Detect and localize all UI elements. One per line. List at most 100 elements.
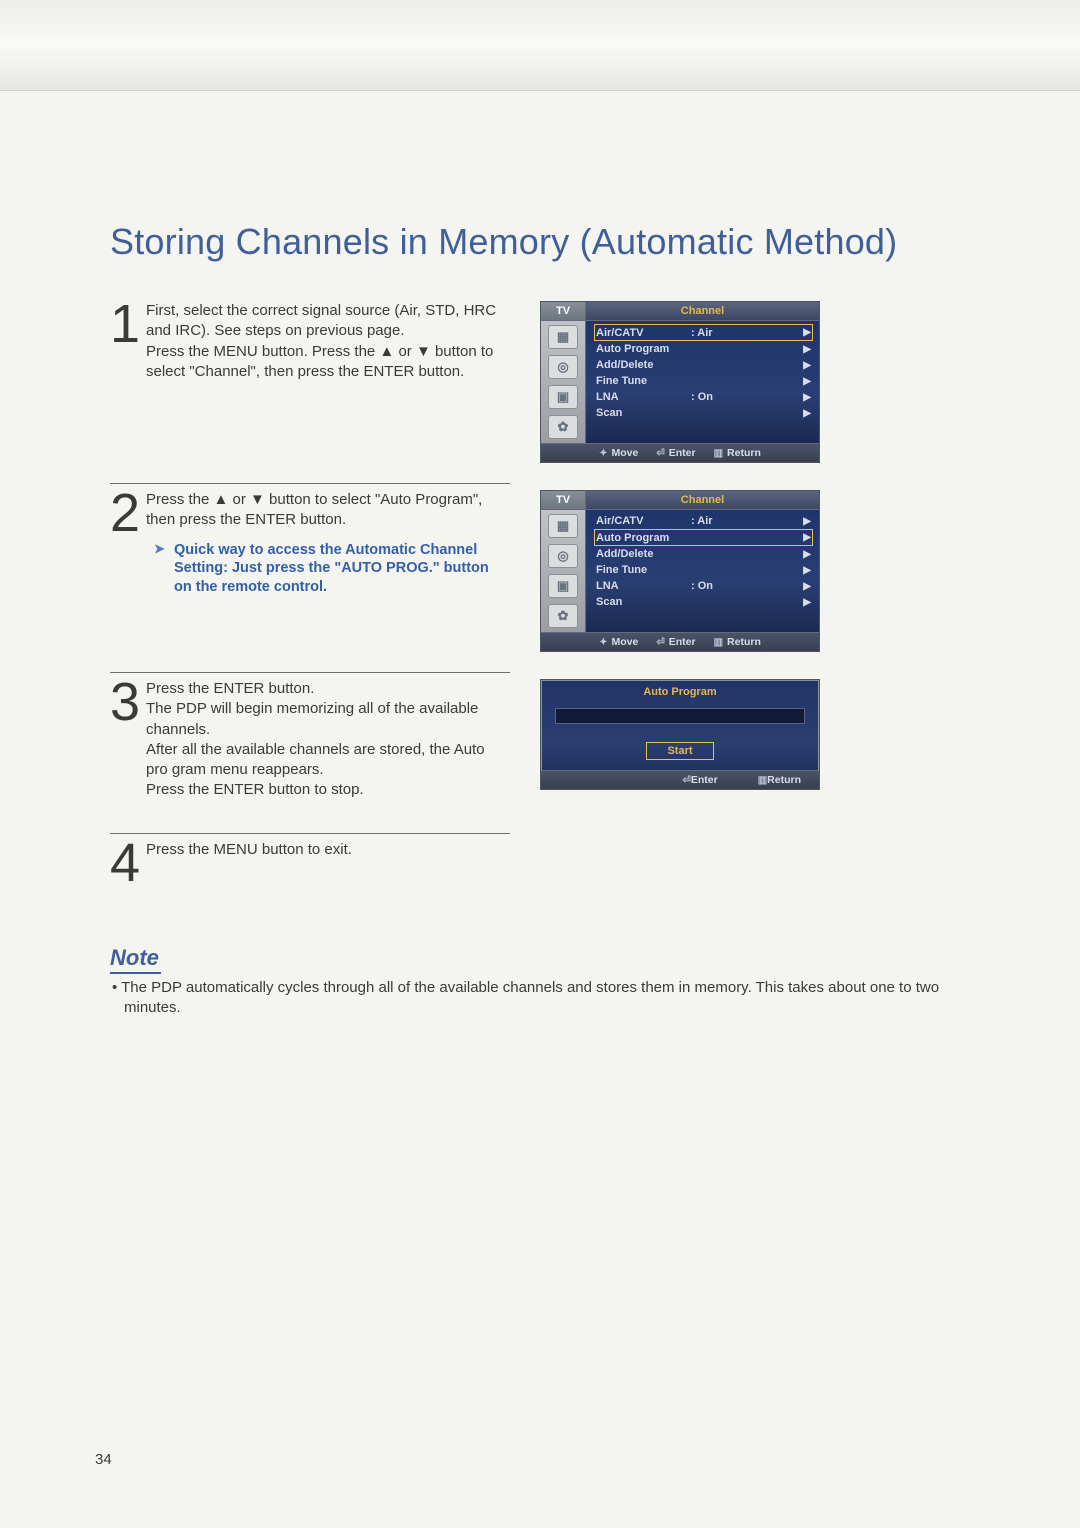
step-4-number: 4 (110, 842, 140, 885)
osd-auto-footer: ⏎Enter ▥Return (541, 770, 819, 789)
setup-icon: ✿ (548, 604, 578, 628)
step-2-row: 2 Press the ▲ or ▼ button to select "Aut… (110, 490, 985, 652)
chevron-right-icon: ▶ (803, 360, 811, 371)
step-3-row: 3 Press the ENTER button. The PDP will b… (110, 679, 985, 813)
header-band (0, 0, 1080, 91)
osd-item-label: LNA (596, 391, 691, 403)
osd-foot-enter: Enter (669, 447, 696, 459)
osd-auto-title: Auto Program (541, 680, 819, 708)
osd-item-lna[interactable]: LNA: On▶ (594, 578, 813, 594)
picture-icon: ▦ (548, 325, 578, 349)
osd-item-scan[interactable]: Scan ▶ (594, 405, 813, 421)
osd-item-auto-program[interactable]: Auto Program ▶ (594, 529, 813, 546)
step-3-number: 3 (110, 681, 140, 724)
osd-item-value: : Air (691, 327, 803, 339)
step-3-text: Press the ENTER button. The PDP will beg… (146, 679, 510, 801)
sound-icon: ◎ (548, 355, 578, 379)
sound-icon: ◎ (548, 544, 578, 568)
return-icon: ▥ (714, 637, 723, 648)
osd-sidebar-icons: ▦ ◎ ▣ ✿ (541, 510, 586, 632)
osd-item-label: Auto Program (596, 532, 691, 544)
osd-items: Air/CATV: Air▶ Auto Program▶ Add/Delete▶… (586, 510, 819, 632)
move-icon: ✦ (599, 448, 607, 459)
osd-title-channel: Channel (586, 302, 819, 320)
osd-item-label: Scan (596, 407, 691, 419)
note-section: Note • The PDP automatically cycles thro… (110, 895, 985, 1019)
osd-title-channel: Channel (586, 491, 819, 509)
note-body: • The PDP automatically cycles through a… (110, 978, 985, 1019)
osd-item-auto-program[interactable]: Auto Program ▶ (594, 341, 813, 357)
osd-item-fine-tune[interactable]: Fine Tune▶ (594, 373, 813, 389)
osd-item-value: : On (691, 391, 803, 403)
enter-icon: ⏎ (682, 775, 690, 786)
chevron-right-icon: ▶ (803, 565, 811, 576)
enter-icon: ⏎ (656, 637, 664, 648)
divider (110, 833, 510, 834)
osd-auto-program: Auto Program Start ⏎Enter ▥Return (540, 679, 820, 790)
osd-item-add-delete[interactable]: Add/Delete ▶ (594, 546, 813, 562)
note-heading: Note (110, 945, 161, 974)
return-icon: ▥ (758, 775, 767, 786)
chevron-right-icon: ▶ (803, 549, 811, 560)
osd-footer: ✦ Move ⏎ Enter ▥ Return (541, 632, 819, 651)
osd-channel-menu-1: TV Channel ▦ ◎ ▣ ✿ Air/CATV: Air▶ Auto P… (540, 301, 820, 463)
osd-item-add-delete[interactable]: Add/Delete ▶ (594, 357, 813, 373)
osd-item-fine-tune[interactable]: Fine Tune▶ (594, 562, 813, 578)
move-icon: ✦ (599, 637, 607, 648)
osd-channel-menu-2: TV Channel ▦ ◎ ▣ ✿ Air/CATV: Air▶ Auto P… (540, 490, 820, 652)
step-4-row: 4 Press the MENU button to exit. (110, 840, 985, 883)
step-2-text: Press the ▲ or ▼ button to select "Auto … (146, 490, 510, 597)
osd-item-air-catv[interactable]: Air/CATV: Air▶ (594, 324, 813, 341)
osd-tab-tv: TV (541, 302, 586, 320)
osd-auto-return: Return (767, 774, 801, 786)
osd-item-value: : On (691, 580, 803, 592)
step-2-body: Press the ▲ or ▼ button to select "Auto … (146, 491, 482, 528)
osd-item-label: Fine Tune (596, 375, 691, 387)
osd-footer: ✦Move ⏎Enter ▥Return (541, 443, 819, 462)
chevron-right-icon: ▶ (803, 344, 811, 355)
channel-icon: ▣ (548, 574, 578, 598)
osd-foot-return: Return (727, 447, 761, 459)
osd-item-label: Add/Delete (596, 548, 691, 560)
start-button[interactable]: Start (646, 742, 714, 760)
osd-item-air-catv[interactable]: Air/CATV: Air▶ (594, 513, 813, 529)
osd-item-value: : Air (691, 515, 803, 527)
setup-icon: ✿ (548, 415, 578, 439)
osd-sidebar-icons: ▦ ◎ ▣ ✿ (541, 321, 586, 443)
page-number: 34 (95, 1451, 112, 1468)
osd-tab-tv: TV (541, 491, 586, 509)
chevron-right-icon: ▶ (803, 327, 811, 338)
step-1-number: 1 (110, 303, 140, 346)
step-2-tip: Quick way to access the Automatic Channe… (146, 541, 510, 598)
osd-item-label: Auto Program (596, 343, 691, 355)
osd-auto-enter: Enter (691, 774, 718, 786)
divider (110, 483, 510, 484)
picture-icon: ▦ (548, 514, 578, 538)
osd-item-label: Air/CATV (596, 327, 691, 339)
progress-bar (555, 708, 805, 724)
return-icon: ▥ (714, 448, 723, 459)
step-4-text: Press the MENU button to exit. (146, 840, 511, 860)
chevron-right-icon: ▶ (803, 392, 811, 403)
chevron-right-icon: ▶ (803, 408, 811, 419)
page-content: Storing Channels in Memory (Automatic Me… (0, 91, 1080, 1058)
divider (110, 672, 510, 673)
chevron-right-icon: ▶ (803, 581, 811, 592)
osd-item-label: Air/CATV (596, 515, 691, 527)
osd-foot-enter: Enter (669, 636, 696, 648)
osd-item-lna[interactable]: LNA: On▶ (594, 389, 813, 405)
osd-item-label: Scan (596, 596, 691, 608)
osd-foot-move: Move (612, 636, 639, 648)
chevron-right-icon: ▶ (803, 532, 811, 543)
chevron-right-icon: ▶ (803, 597, 811, 608)
osd-item-label: Add/Delete (596, 359, 691, 371)
step-2-number: 2 (110, 492, 140, 535)
osd-foot-move: Move (612, 447, 639, 459)
page-title: Storing Channels in Memory (Automatic Me… (110, 221, 985, 263)
osd-foot-return: Return (727, 636, 761, 648)
step-1-text: First, select the correct signal source … (146, 301, 510, 382)
osd-items: Air/CATV: Air▶ Auto Program▶ Add/Delete▶… (586, 321, 819, 443)
osd-item-label: LNA (596, 580, 691, 592)
step-1-row: 1 First, select the correct signal sourc… (110, 301, 985, 463)
osd-item-scan[interactable]: Scan ▶ (594, 594, 813, 610)
